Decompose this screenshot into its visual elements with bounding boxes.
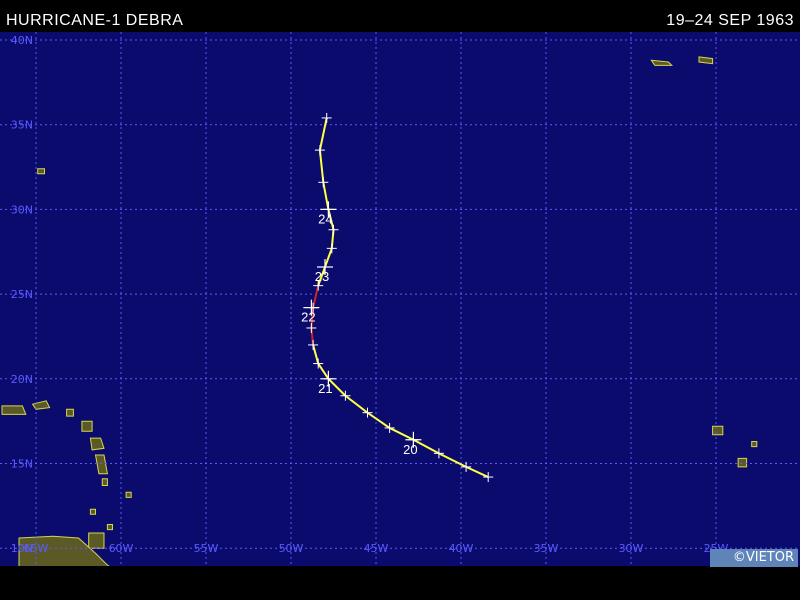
lon-label: 30W bbox=[619, 542, 644, 555]
ocean-background bbox=[0, 32, 800, 566]
date-range: 19–24 SEP 1963 bbox=[666, 12, 794, 29]
lat-label: 35N bbox=[11, 119, 33, 132]
track-map[interactable]: 40N35N30N25N20N15N10N 65W 60W 55W 50W 45W 40W… bbox=[0, 32, 800, 566]
land-st-lucia bbox=[101, 478, 108, 486]
land-barbados bbox=[125, 491, 132, 498]
land-tobago bbox=[106, 524, 113, 531]
lon-label: 55W bbox=[194, 542, 219, 555]
lon-label: 50W bbox=[279, 542, 304, 555]
day-label: 22 bbox=[301, 310, 315, 325]
land-azores-2 bbox=[698, 56, 714, 65]
lat-label: 40N bbox=[11, 34, 33, 47]
day-label: 24 bbox=[318, 211, 332, 226]
lon-label: 40W bbox=[449, 542, 474, 555]
land-trinidad bbox=[88, 532, 105, 549]
lon-label: 35W bbox=[534, 542, 559, 555]
day-label: 23 bbox=[315, 269, 329, 284]
lat-label: 25N bbox=[11, 288, 33, 301]
lon-label: 65W bbox=[24, 542, 49, 555]
land-leeward-2 bbox=[81, 420, 93, 432]
lat-label: 30N bbox=[11, 203, 33, 216]
land-puerto-rico-area bbox=[1, 405, 27, 415]
land-cape-verde-1 bbox=[712, 425, 724, 436]
lon-labels: 65W60W55W50W45W40W35W30W25W bbox=[24, 542, 729, 555]
day-label: 21 bbox=[318, 381, 332, 396]
land-bermuda bbox=[37, 168, 45, 175]
credit-badge: ©VIETOR bbox=[710, 549, 798, 567]
lon-label: 60W bbox=[109, 542, 134, 555]
day-label: 20 bbox=[403, 442, 417, 457]
lat-label: 15N bbox=[11, 458, 33, 471]
lon-label: 45W bbox=[364, 542, 389, 555]
land-cape-verde-2 bbox=[737, 457, 748, 468]
land-grenada bbox=[89, 508, 96, 515]
land-cape-verde-3 bbox=[751, 441, 758, 448]
land-leeward-1 bbox=[66, 408, 74, 417]
lat-label: 20N bbox=[11, 373, 33, 386]
storm-title: HURRICANE-1 DEBRA bbox=[6, 12, 184, 29]
